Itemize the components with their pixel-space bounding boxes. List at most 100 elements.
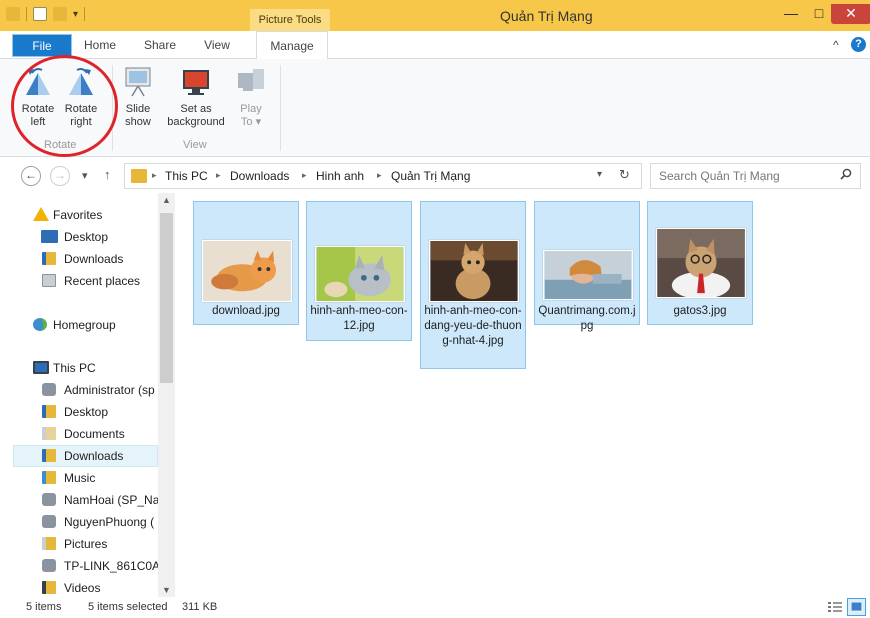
file-name: hinh-anh-meo-con-12.jpg [310, 305, 408, 332]
picture-tools-label: Picture Tools [250, 9, 330, 31]
up-button[interactable]: ↑ [104, 167, 111, 182]
search-box[interactable] [650, 163, 861, 189]
nav-item-tp-link[interactable]: TP-LINK_861C0A [13, 555, 158, 577]
nav-item-desktop[interactable]: Desktop [13, 226, 158, 248]
nav-item-administrator[interactable]: Administrator (sp [13, 379, 158, 401]
back-button[interactable]: ← [21, 166, 41, 186]
file-name: download.jpg [212, 305, 280, 317]
crumb-separator-icon[interactable]: ▸ [377, 170, 382, 181]
minimize-button[interactable]: — [776, 4, 806, 24]
view-group-label: View [183, 139, 207, 151]
help-icon[interactable]: ? [851, 37, 866, 52]
nav-item-favorites[interactable]: Favorites [13, 204, 158, 226]
customize-toolbar-chevron-icon[interactable]: ▾ [73, 9, 78, 20]
nav-item-downloads-pc[interactable]: Downloads [13, 445, 158, 467]
recent-locations-chevron-icon[interactable]: ▾ [82, 169, 88, 182]
file-name: hinh-anh-meo-con-dang-yeu-de-thuong-nhat… [424, 305, 522, 347]
breadcrumb-hinh-anh[interactable]: Hinh anh [316, 169, 364, 183]
tab-share[interactable]: Share [140, 31, 180, 59]
network-user-icon [42, 493, 56, 506]
videos-folder-icon [42, 581, 56, 594]
address-dropdown-icon[interactable]: ▾ [597, 169, 602, 180]
status-bar: 5 items 5 items selected 311 KB [0, 597, 870, 618]
nav-item-music[interactable]: Music [13, 467, 158, 489]
music-folder-icon [42, 471, 56, 484]
set-as-background-button[interactable]: Set as background [160, 65, 232, 129]
crumb-separator-icon[interactable]: ▸ [152, 170, 157, 181]
properties-icon[interactable] [33, 7, 47, 21]
recent-places-icon [42, 274, 56, 287]
nav-pane-scrollbar[interactable]: ▲ ▼ [158, 193, 175, 597]
nav-item-videos[interactable]: Videos [13, 577, 158, 597]
scroll-down-icon[interactable]: ▼ [162, 585, 171, 595]
scrollbar-thumb[interactable] [160, 213, 173, 383]
file-thumbnail [202, 240, 292, 302]
selected-count: 5 items selected [88, 601, 168, 613]
computer-icon [33, 361, 49, 374]
play-to-button[interactable]: Play To ▾ [234, 65, 268, 129]
documents-folder-icon [42, 427, 56, 440]
desktop-icon [41, 230, 58, 243]
pictures-folder-icon [42, 537, 56, 550]
network-user-icon [42, 515, 56, 528]
ribbon-manage: Rotate left Rotate right Rotate Slide sh… [0, 59, 870, 157]
file-item[interactable]: hinh-anh-meo-con-12.jpg [306, 201, 412, 341]
slide-show-icon [122, 65, 154, 99]
close-button[interactable]: ✕ [831, 4, 870, 24]
network-user-icon [42, 559, 56, 572]
star-icon [33, 207, 49, 221]
maximize-button[interactable]: □ [804, 4, 834, 24]
play-to-label: Play To ▾ [240, 103, 262, 128]
nav-item-this-pc[interactable]: This PC [13, 357, 158, 379]
folder-icon [131, 169, 147, 183]
new-folder-icon[interactable] [53, 7, 67, 21]
navigation-pane: Favorites Desktop Downloads Recent place… [13, 193, 175, 597]
search-icon[interactable] [840, 168, 852, 180]
search-input[interactable] [651, 164, 831, 188]
file-item[interactable]: download.jpg [193, 201, 299, 325]
ribbon-tabs: File Home Share View Manage [0, 31, 870, 60]
file-item[interactable]: hinh-anh-meo-con-dang-yeu-de-thuong-nhat… [420, 201, 526, 369]
title-bar: ▾ Picture Tools Quản Trị Mạng — □ ✕ [0, 0, 870, 31]
folder-icon[interactable] [6, 7, 20, 21]
collapse-ribbon-icon[interactable]: ^ [833, 38, 839, 52]
forward-button[interactable]: → [50, 166, 70, 186]
slide-show-label: Slide show [125, 103, 151, 128]
nav-item-downloads[interactable]: Downloads [13, 248, 158, 270]
nav-item-pictures[interactable]: Pictures [13, 533, 158, 555]
file-thumbnail [656, 228, 746, 298]
large-icons-view-icon[interactable] [847, 598, 866, 616]
details-view-icon[interactable] [825, 598, 844, 616]
file-name: gatos3.jpg [673, 305, 727, 317]
tab-manage[interactable]: Manage [256, 31, 328, 60]
crumb-separator-icon[interactable]: ▸ [302, 170, 307, 181]
breadcrumb-this-pc[interactable]: This PC [165, 169, 208, 183]
tab-view[interactable]: View [198, 31, 236, 59]
file-item[interactable]: gatos3.jpg [647, 201, 753, 325]
quick-access-toolbar: ▾ [6, 7, 86, 21]
file-item[interactable]: Quantrimang.com.jpg [534, 201, 640, 332]
navigation-bar: ← → ▾ ↑ ▸ This PC ▸ Downloads ▸ Hinh anh… [0, 157, 870, 193]
tab-file[interactable]: File [12, 34, 72, 57]
nav-item-homegroup[interactable]: Homegroup [13, 314, 158, 336]
address-bar[interactable]: ▸ This PC ▸ Downloads ▸ Hinh anh ▸ Quản … [124, 163, 642, 189]
item-count: 5 items [26, 601, 62, 613]
refresh-icon[interactable]: ↻ [619, 167, 630, 183]
set-background-icon [180, 65, 212, 99]
nav-item-documents[interactable]: Documents [13, 423, 158, 445]
scroll-up-icon[interactable]: ▲ [162, 195, 171, 205]
nav-item-recent-places[interactable]: Recent places [13, 270, 158, 292]
file-name: Quantrimang.com.jpg [538, 305, 636, 332]
breadcrumb-downloads[interactable]: Downloads [230, 169, 289, 183]
nav-item-namhoai[interactable]: NamHoai (SP_Na [13, 489, 158, 511]
slide-show-button[interactable]: Slide show [118, 65, 158, 129]
highlight-circle [11, 55, 118, 157]
crumb-separator-icon[interactable]: ▸ [216, 170, 221, 181]
desktop-folder-icon [42, 405, 56, 418]
tab-home[interactable]: Home [78, 31, 122, 59]
downloads-folder-icon [42, 449, 56, 462]
nav-item-nguyenphuong[interactable]: NguyenPhuong ( [13, 511, 158, 533]
breadcrumb-quan-tri-mang[interactable]: Quản Trị Mạng [391, 169, 470, 183]
selected-size: 311 KB [182, 601, 218, 613]
nav-item-desktop-pc[interactable]: Desktop [13, 401, 158, 423]
